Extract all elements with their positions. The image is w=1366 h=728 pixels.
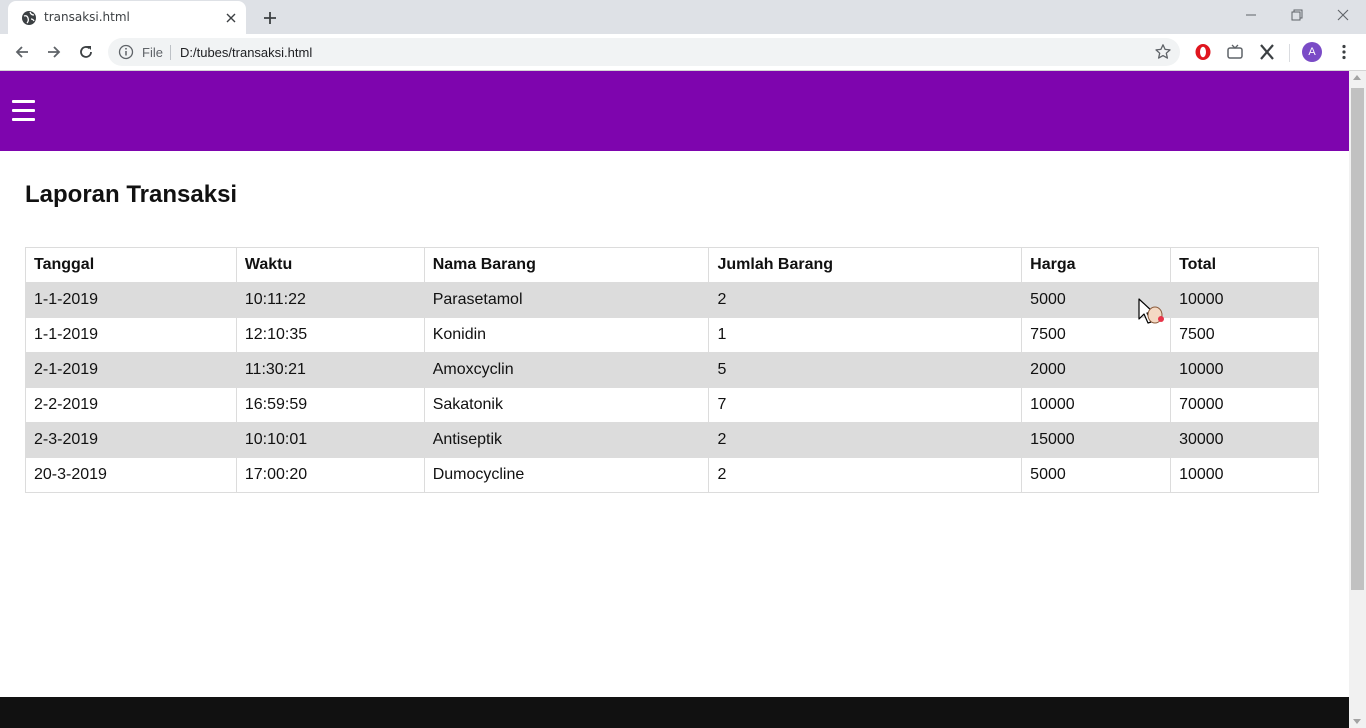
cell-waktu: 12:10:35 [235,317,425,353]
table-row: 2-2-2019 16:59:59 Sakatonik 7 10000 7000… [25,387,1319,423]
cell-waktu: 10:11:22 [235,282,425,318]
tv-extension-icon[interactable] [1225,42,1245,62]
cell-harga: 15000 [1021,422,1172,458]
table-row: 1-1-2019 12:10:35 Konidin 1 7500 7500 [25,317,1319,353]
browser-toolbar: File D:/tubes/transaksi.html A [0,34,1366,71]
cell-waktu: 10:10:01 [235,422,425,458]
hamburger-menu-icon[interactable] [12,100,36,124]
cell-tanggal: 2-2-2019 [25,387,237,423]
opera-extension-icon[interactable] [1193,42,1213,62]
reload-icon[interactable] [72,38,100,66]
table-row: 2-3-2019 10:10:01 Antiseptik 2 15000 300… [25,422,1319,458]
cell-total: 70000 [1170,387,1319,423]
cell-jumlah-barang: 1 [708,317,1023,353]
cell-nama-barang: Amoxcyclin [423,352,710,388]
url-separator [170,45,171,60]
column-header-harga: Harga [1021,247,1172,283]
scroll-up-icon[interactable] [1353,75,1361,80]
cell-total: 30000 [1170,422,1319,458]
cell-harga: 5000 [1021,457,1172,493]
cell-tanggal: 2-1-2019 [25,352,237,388]
column-header-waktu: Waktu [235,247,425,283]
cell-total: 10000 [1170,352,1319,388]
address-bar[interactable]: File D:/tubes/transaksi.html [108,38,1180,66]
table-row: 1-1-2019 10:11:22 Parasetamol 2 5000 100… [25,282,1319,318]
x-extension-icon[interactable] [1257,42,1277,62]
more-menu-icon[interactable] [1336,42,1352,62]
bookmark-star-icon[interactable] [1154,43,1172,61]
cell-waktu: 17:00:20 [235,457,425,493]
cell-jumlah-barang: 2 [708,422,1023,458]
top-navbar [0,71,1349,151]
toolbar-separator [1289,44,1290,62]
cell-waktu: 16:59:59 [235,387,425,423]
cell-nama-barang: Antiseptik [423,422,710,458]
close-tab-icon[interactable] [222,9,240,27]
cell-tanggal: 2-3-2019 [25,422,237,458]
cell-nama-barang: Konidin [423,317,710,353]
back-arrow-icon[interactable] [8,38,36,66]
close-window-icon[interactable] [1320,0,1366,30]
restore-icon[interactable] [1274,0,1320,30]
cell-nama-barang: Parasetamol [423,282,710,318]
cell-jumlah-barang: 2 [708,457,1023,493]
new-tab-icon[interactable] [258,6,282,30]
page-viewport: Laporan Transaksi Tanggal Waktu Nama Bar… [0,71,1349,728]
minimize-icon[interactable] [1228,0,1274,30]
forward-arrow-icon[interactable] [40,38,68,66]
profile-avatar[interactable]: A [1302,42,1322,62]
vertical-scrollbar[interactable] [1349,71,1366,728]
cell-harga: 10000 [1021,387,1172,423]
cell-jumlah-barang: 5 [708,352,1023,388]
cell-nama-barang: Sakatonik [423,387,710,423]
cell-jumlah-barang: 2 [708,282,1023,318]
table-header-row: Tanggal Waktu Nama Barang Jumlah Barang … [25,247,1319,283]
cell-nama-barang: Dumocycline [423,457,710,493]
column-header-tanggal: Tanggal [25,247,237,283]
column-header-nama-barang: Nama Barang [423,247,710,283]
cell-jumlah-barang: 7 [708,387,1023,423]
globe-icon [22,11,36,25]
cell-tanggal: 20-3-2019 [25,457,237,493]
cell-tanggal: 1-1-2019 [25,317,237,353]
transactions-table: Tanggal Waktu Nama Barang Jumlah Barang … [25,247,1319,493]
cell-waktu: 11:30:21 [235,352,425,388]
url-text[interactable]: D:/tubes/transaksi.html [180,45,312,60]
browser-tabstrip: transaksi.html [0,0,1366,34]
table-row: 2-1-2019 11:30:21 Amoxcyclin 5 2000 1000… [25,352,1319,388]
scrollbar-thumb[interactable] [1351,88,1364,590]
column-header-total: Total [1170,247,1319,283]
url-scheme-label: File [142,45,163,60]
info-icon[interactable] [118,44,134,60]
scroll-down-icon[interactable] [1353,719,1361,724]
cell-total: 10000 [1170,282,1319,318]
mouse-cursor-icon [1138,298,1164,324]
cell-tanggal: 1-1-2019 [25,282,237,318]
table-row: 20-3-2019 17:00:20 Dumocycline 2 5000 10… [25,457,1319,493]
browser-tab[interactable]: transaksi.html [8,1,246,34]
column-header-jumlah-barang: Jumlah Barang [708,247,1023,283]
cell-total: 7500 [1170,317,1319,353]
cell-total: 10000 [1170,457,1319,493]
page-footer [0,697,1349,728]
tab-title: transaksi.html [44,10,130,24]
page-title: Laporan Transaksi [25,181,238,208]
cell-harga: 2000 [1021,352,1172,388]
